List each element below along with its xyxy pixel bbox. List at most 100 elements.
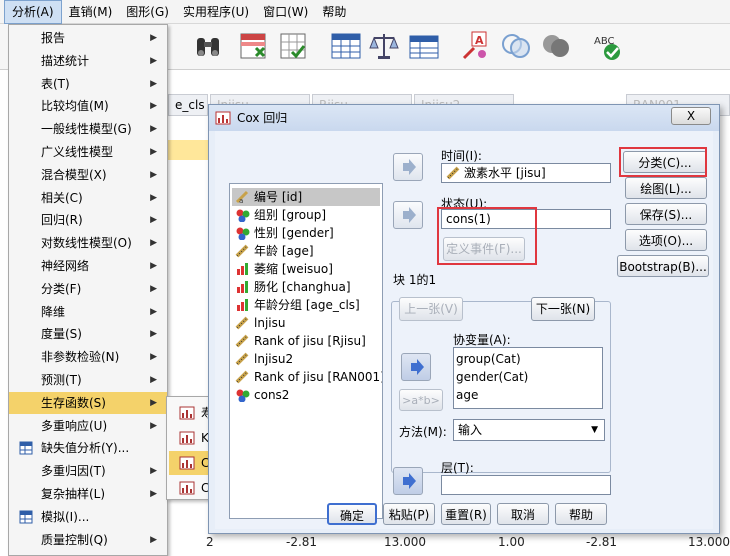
variable-list-item[interactable]: 萎缩 [weisuo] [232, 260, 380, 278]
show-all-variables-icon[interactable] [540, 30, 572, 62]
analyze-menu-item[interactable]: 质量控制(Q) ▶ [9, 529, 167, 551]
menu-window[interactable]: 窗口(W) [256, 1, 315, 23]
menu-item-label: 比较均值(M) [41, 99, 109, 114]
analyze-menu-item[interactable]: 广义线性模型 ▶ [9, 141, 167, 163]
grid-cell[interactable]: -2.81 [586, 535, 617, 549]
analyze-menu-item[interactable]: 降维 ▶ [9, 301, 167, 323]
ordinal-icon [237, 263, 248, 275]
strata-field[interactable] [441, 475, 611, 495]
save-button[interactable]: 保存(S)... [625, 203, 707, 225]
time-field[interactable]: 激素水平 [jisu] [441, 163, 611, 183]
variable-list-item[interactable]: Rank of jisu [Rjisu] [232, 332, 380, 350]
menu-direct-marketing[interactable]: 直销(M) [62, 1, 120, 23]
menu-analyze[interactable]: 分析(A) [4, 0, 62, 24]
variable-list-item[interactable]: 性别 [gender] [232, 224, 380, 242]
variable-list-item[interactable]: 肠化 [changhua] [232, 278, 380, 296]
options-button[interactable]: 选项(O)... [625, 229, 707, 251]
analyze-menu-item[interactable]: 多重响应(U) ▶ [9, 415, 167, 437]
analyze-menu-item[interactable]: 复杂抽样(L) ▶ [9, 483, 167, 505]
time-value: 激素水平 [jisu] [464, 166, 546, 180]
submenu-arrow-icon: ▶ [150, 466, 157, 477]
variable-list-item[interactable]: Rank of jisu [RAN001] [232, 368, 382, 386]
plots-button[interactable]: 绘图(L)... [625, 177, 707, 199]
select-cases-icon[interactable] [278, 30, 310, 62]
binoculars-icon[interactable] [192, 30, 224, 62]
paste-button[interactable]: 粘贴(P) [383, 503, 435, 525]
block-label: 块 1的1 [393, 273, 437, 287]
next-block-button[interactable]: 下一张(N) [531, 297, 595, 321]
list-item[interactable]: age [456, 386, 478, 404]
menu-item-label: 预测(T) [41, 373, 82, 387]
menu-utilities[interactable]: 实用程序(U) [176, 1, 256, 23]
variable-list-item[interactable]: lnjisu [232, 314, 380, 332]
right-arrow-icon [411, 359, 424, 375]
analyze-menu-item[interactable]: 度量(S) ▶ [9, 323, 167, 345]
variable-list-item[interactable]: 组别 [group] [232, 206, 380, 224]
interaction-button[interactable]: >a*b> [399, 389, 443, 411]
source-variable-list[interactable]: a 编号 [id] 组别 [group] 性别 [gender] 年龄 [age] 萎缩 … [229, 183, 383, 519]
submenu-arrow-icon: ▶ [150, 78, 157, 89]
scale-icon [235, 352, 249, 366]
variable-list-item[interactable]: 年龄 [age] [232, 242, 380, 260]
selected-cell[interactable] [168, 140, 208, 160]
right-arrow-icon [403, 159, 416, 175]
grid-cell[interactable]: -2.81 [286, 535, 317, 549]
move-to-covariates-button[interactable] [401, 353, 431, 381]
analyze-menu-item[interactable]: 对数线性模型(O) ▶ [9, 232, 167, 254]
covariates-label: 协变量(A): [453, 333, 511, 347]
analyze-menu-item[interactable]: 比较均值(M) ▶ [9, 95, 167, 117]
previous-block-button[interactable]: 上一张(V) [399, 297, 463, 321]
column-header[interactable]: e_cls [168, 94, 208, 116]
analyze-menu-item[interactable]: 预测(T) ▶ [9, 369, 167, 391]
submenu-arrow-icon: ▶ [150, 489, 157, 499]
spell-check-icon[interactable]: ABC [592, 30, 624, 62]
variable-list-item[interactable]: 年龄分组 [age_cls] [232, 296, 380, 314]
weight-scale-icon[interactable] [368, 30, 400, 62]
close-button[interactable]: X [671, 107, 711, 125]
help-button[interactable]: 帮助 [555, 503, 607, 525]
submenu-arrow-icon: ▶ [150, 147, 157, 157]
analyze-menu-item[interactable]: 生存函数(S) ▶ [9, 391, 167, 414]
reset-button[interactable]: 重置(R) [441, 503, 491, 525]
analyze-menu-item[interactable]: 神经网络 ▶ [9, 255, 167, 277]
covariates-list[interactable]: group(Cat) gender(Cat) age [453, 347, 603, 409]
analyze-menu-item[interactable]: 多重归因(T) ▶ [9, 460, 167, 482]
value-labels-icon[interactable] [408, 30, 440, 62]
scale-icon [235, 334, 249, 348]
variable-list-item[interactable]: a 编号 [id] [232, 188, 380, 206]
bootstrap-button[interactable]: Bootstrap(B)... [617, 255, 709, 277]
analyze-menu-item[interactable]: 回归(R) ▶ [9, 209, 167, 231]
menu-help[interactable]: 帮助 [315, 1, 353, 23]
ok-button[interactable]: 确定 [327, 503, 377, 525]
analyze-menu-item[interactable]: 分类(F) ▶ [9, 278, 167, 300]
menu-graphs[interactable]: 图形(G) [119, 1, 176, 23]
move-to-time-button[interactable] [393, 153, 423, 181]
grid-cell[interactable]: 1.00 [498, 535, 525, 549]
analyze-menu-item[interactable]: 表(T) ▶ [9, 73, 167, 95]
analyze-menu-item[interactable]: 混合模型(X) ▶ [9, 164, 167, 186]
analyze-menu-item[interactable]: 一般线性模型(G) ▶ [9, 118, 167, 140]
grid-cell[interactable]: 13.000 [384, 535, 426, 549]
grid-cell[interactable]: 13.000 [688, 535, 730, 549]
use-sets-icon[interactable] [500, 30, 532, 62]
move-to-strata-button[interactable] [393, 467, 423, 495]
list-item[interactable]: gender(Cat) [456, 368, 528, 386]
analyze-menu-item[interactable]: 相关(C) ▶ [9, 187, 167, 209]
variable-label-icon[interactable]: A [460, 30, 492, 62]
insert-cases-icon[interactable] [238, 30, 270, 62]
data-grid-icon[interactable] [330, 30, 362, 62]
analyze-menu-item[interactable]: 报告 ▶ [9, 27, 167, 49]
submenu-arrow-icon: ▶ [150, 33, 157, 43]
analyze-menu-item[interactable]: 非参数检验(N) ▶ [9, 346, 167, 368]
move-to-status-button[interactable] [393, 201, 423, 229]
analyze-menu-item[interactable]: 描述统计 ▶ [9, 50, 167, 72]
analyze-menu-item[interactable]: 缺失值分析(Y)... [9, 437, 167, 459]
grid-cell[interactable]: 2 [206, 535, 214, 549]
variable-list-item[interactable]: lnjisu2 [232, 350, 380, 368]
variable-list-item[interactable]: cons2 [232, 386, 380, 404]
method-select[interactable]: 输入 ▼ [453, 419, 605, 441]
cancel-button[interactable]: 取消 [497, 503, 549, 525]
dialog-title-bar[interactable]: Cox 回归 [209, 105, 719, 131]
analyze-menu-item[interactable]: 模拟(I)... [9, 506, 167, 528]
list-item[interactable]: group(Cat) [456, 350, 521, 368]
